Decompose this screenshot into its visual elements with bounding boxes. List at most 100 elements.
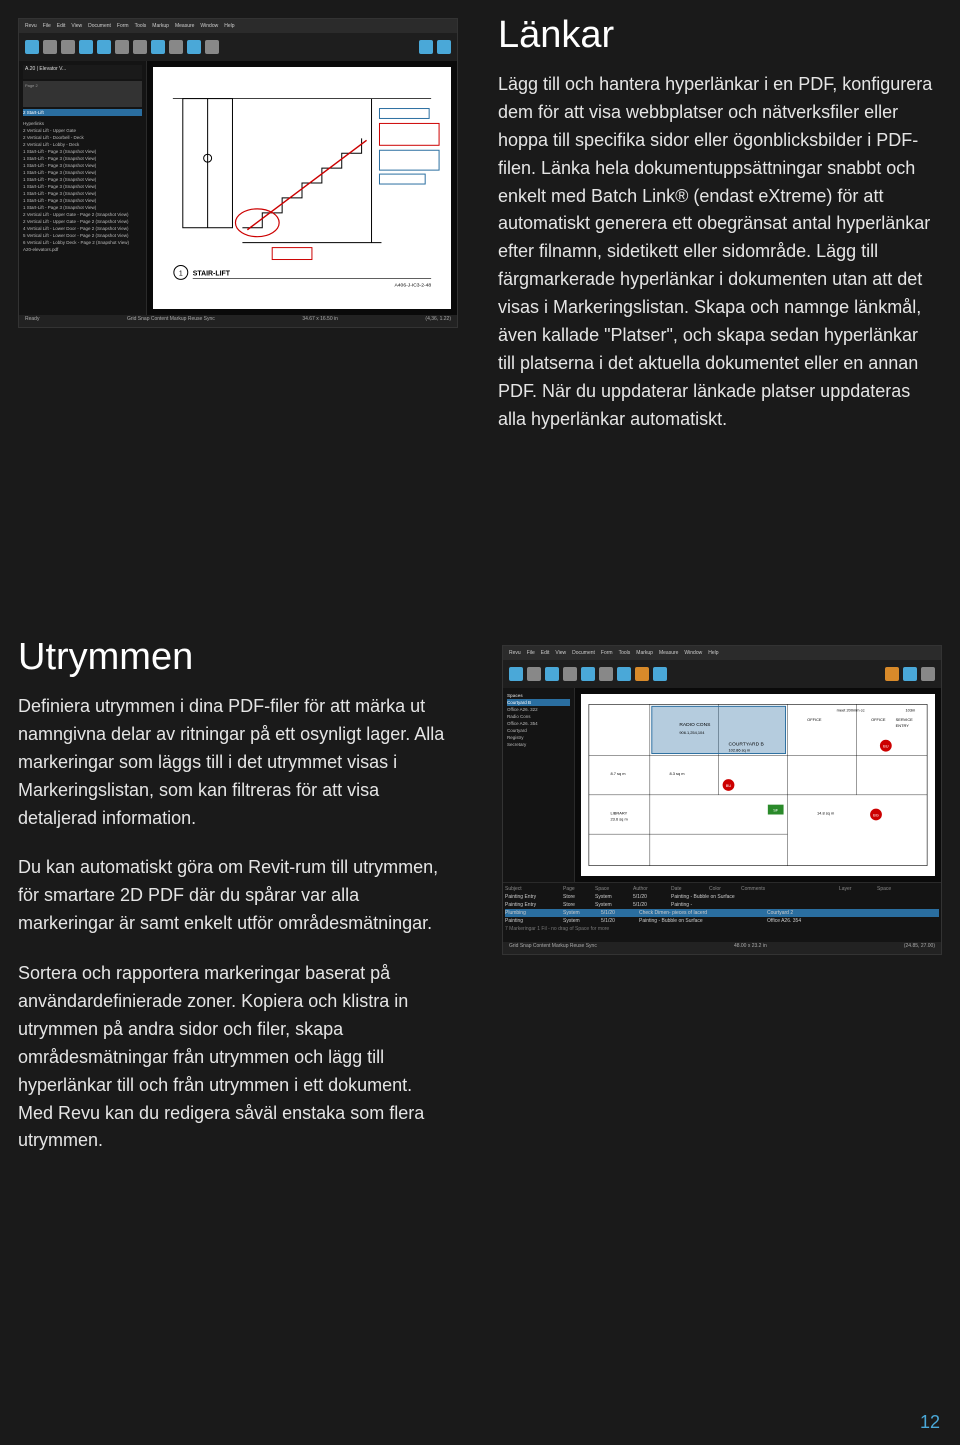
markup-footer: 7 Markeringar 1 Fil - no drag of Space f… xyxy=(505,925,939,933)
side-item: Registry xyxy=(507,734,570,741)
svg-text:23.6 sq m: 23.6 sq m xyxy=(611,816,629,821)
toolbar-icon xyxy=(43,40,57,54)
menu-item: Revu xyxy=(509,650,521,656)
status-toggles: Grid Snap Content Markup Reuse Sync xyxy=(509,943,597,953)
drawing-canvas: 1 STAIR-LIFT A406-J-IC3-2-48 xyxy=(153,67,451,309)
toolbar-icon xyxy=(187,40,201,54)
menu-item: Window xyxy=(684,650,702,656)
toolbar-icon xyxy=(545,667,559,681)
links-body: Lägg till och hantera hyperlänkar i en P… xyxy=(498,71,938,434)
menu-item: Help xyxy=(708,650,718,656)
side-item: 2 Vertical Lift - Upper Gate - Page 2 (S… xyxy=(23,218,142,225)
toolbar-icon xyxy=(885,667,899,681)
menu-item: File xyxy=(527,650,535,656)
floorplan-drawing: RADIO CONS 906.1,254,104 COURTYARD B 102… xyxy=(581,694,935,876)
menu-item: Form xyxy=(117,23,129,29)
toolbar-icon xyxy=(151,40,165,54)
markup-row: Plumbing System 5/1/20 Check Dimen- piec… xyxy=(505,909,939,917)
app-body: A.20 | Elevator V... Page 2 2 Start-Lift… xyxy=(19,61,457,315)
menu-item: Edit xyxy=(57,23,66,29)
menu-item: Edit xyxy=(541,650,550,656)
app-menubar: Revu File Edit View Document Form Tools … xyxy=(503,646,941,660)
menu-item: Document xyxy=(572,650,595,656)
side-item: 1 Start-Lift - Page 3 (Snapshot View) xyxy=(23,148,142,155)
toolbar-icon xyxy=(419,40,433,54)
side-item: 5 Vertical Lift - Lower Door - Page 2 (S… xyxy=(23,232,142,239)
spaces-p3: Sortera och rapportera markeringar baser… xyxy=(18,960,448,1155)
floorplan-canvas: RADIO CONS 906.1,254,104 COURTYARD B 102… xyxy=(581,694,935,876)
status-scale: 34.67 x 16.50 in xyxy=(302,316,338,326)
menu-item: Tools xyxy=(135,23,147,29)
page-number: 12 xyxy=(920,1412,940,1433)
side-item: Spaces xyxy=(507,692,570,699)
hyperlinks-panel: A.20 | Elevator V... Page 2 2 Start-Lift… xyxy=(19,61,147,315)
status-scale: 48.00 x 23.2 in xyxy=(734,943,767,953)
svg-text:BG: BG xyxy=(873,812,879,817)
status-ready: Ready xyxy=(25,316,39,326)
side-item: Hyperlinks xyxy=(23,120,142,127)
menu-item: Form xyxy=(601,650,613,656)
side-item: 2 Vertical Lift - Lobby - Deck xyxy=(23,141,142,148)
app-screenshot-links: Revu File Edit View Document Form Tools … xyxy=(18,18,458,328)
side-item: 1 Start-Lift - Page 3 (Snapshot View) xyxy=(23,162,142,169)
menu-item: Measure xyxy=(175,23,194,29)
app-screenshot-spaces: Revu File Edit View Document Form Tools … xyxy=(502,645,942,955)
svg-text:102.86 sq m: 102.86 sq m xyxy=(729,748,751,753)
side-item: A20-elevators.pdf xyxy=(23,246,142,253)
side-item: 2 Vertical Lift - Doorbell - Deck xyxy=(23,134,142,141)
links-heading: Länkar xyxy=(498,14,938,57)
menu-item: Revu xyxy=(25,23,37,29)
svg-text:8.7 sq m: 8.7 sq m xyxy=(611,771,627,776)
side-item: 6 Vertical Lift - Lobby Deck - Page 2 (S… xyxy=(23,239,142,246)
svg-text:LIBRARY: LIBRARY xyxy=(611,811,628,816)
svg-text:SERVICE: SERVICE xyxy=(896,717,914,722)
toolbar-icon xyxy=(133,40,147,54)
toolbar-icon xyxy=(617,667,631,681)
toolbar-icon xyxy=(169,40,183,54)
spaces-panel: Spaces Courtyard B Office A26. 322 Radio… xyxy=(503,688,575,882)
toolbar-icon xyxy=(115,40,129,54)
side-item: 1 Start-Lift - Page 3 (Snapshot View) xyxy=(23,155,142,162)
app-menubar: Revu File Edit View Document Form Tools … xyxy=(19,19,457,33)
side-item: 2 Vertical Lift - Upper Gate - Page 2 (S… xyxy=(23,211,142,218)
toolbar-icon xyxy=(527,667,541,681)
status-bar: Ready Grid Snap Content Markup Reuse Syn… xyxy=(19,315,457,327)
menu-item: Help xyxy=(224,23,234,29)
svg-text:OFFICE: OFFICE xyxy=(871,717,886,722)
svg-text:OFFICE: OFFICE xyxy=(807,717,822,722)
drawing-title: STAIR-LIFT xyxy=(193,270,231,277)
side-item: 2 Start-Lift xyxy=(23,109,142,116)
app-toolbar xyxy=(19,33,457,61)
side-item: Secretary xyxy=(507,741,570,748)
app-body: Spaces Courtyard B Office A26. 322 Radio… xyxy=(503,688,941,882)
toolbar-icon xyxy=(25,40,39,54)
toolbar-icon xyxy=(653,667,667,681)
spaces-p2: Du kan automatiskt göra om Revit-rum til… xyxy=(18,854,448,938)
toolbar-icon xyxy=(921,667,935,681)
svg-text:14.8 sq m: 14.8 sq m xyxy=(817,811,835,816)
side-item: 1 Start-Lift - Page 3 (Snapshot View) xyxy=(23,176,142,183)
markup-list: Subject Page Space Author Date Color Com… xyxy=(503,882,941,942)
toolbar-icon xyxy=(61,40,75,54)
status-coords: (4,36, 1.22) xyxy=(425,316,451,326)
menu-item: Document xyxy=(88,23,111,29)
svg-text:RADIO CONS: RADIO CONS xyxy=(679,722,711,728)
menu-item: Measure xyxy=(659,650,678,656)
side-item: 1 Start-Lift - Page 3 (Snapshot View) xyxy=(23,197,142,204)
markup-header: Subject Page Space Author Date Color Com… xyxy=(505,885,939,893)
svg-text:BU: BU xyxy=(883,744,889,749)
markup-row: Painting Entry Store System 5/1/20 Paint… xyxy=(505,893,939,901)
status-coords: (24.85, 27.00) xyxy=(904,943,935,953)
svg-text:SF: SF xyxy=(773,808,779,813)
svg-text:meet 200mm cc: meet 200mm cc xyxy=(837,707,865,712)
app-toolbar xyxy=(503,660,941,688)
status-toggles: Grid Snap Content Markup Reuse Sync xyxy=(127,316,215,326)
svg-text:8.3 sq m: 8.3 sq m xyxy=(670,771,686,776)
toolbar-icon xyxy=(563,667,577,681)
toolbar-icon xyxy=(205,40,219,54)
side-item: Office A26. 354 xyxy=(507,720,570,727)
stair-lift-drawing: 1 STAIR-LIFT A406-J-IC3-2-48 xyxy=(153,67,451,309)
thumb: Page 2 xyxy=(23,81,142,107)
menu-item: View xyxy=(71,23,82,29)
side-item: Courtyard xyxy=(507,727,570,734)
